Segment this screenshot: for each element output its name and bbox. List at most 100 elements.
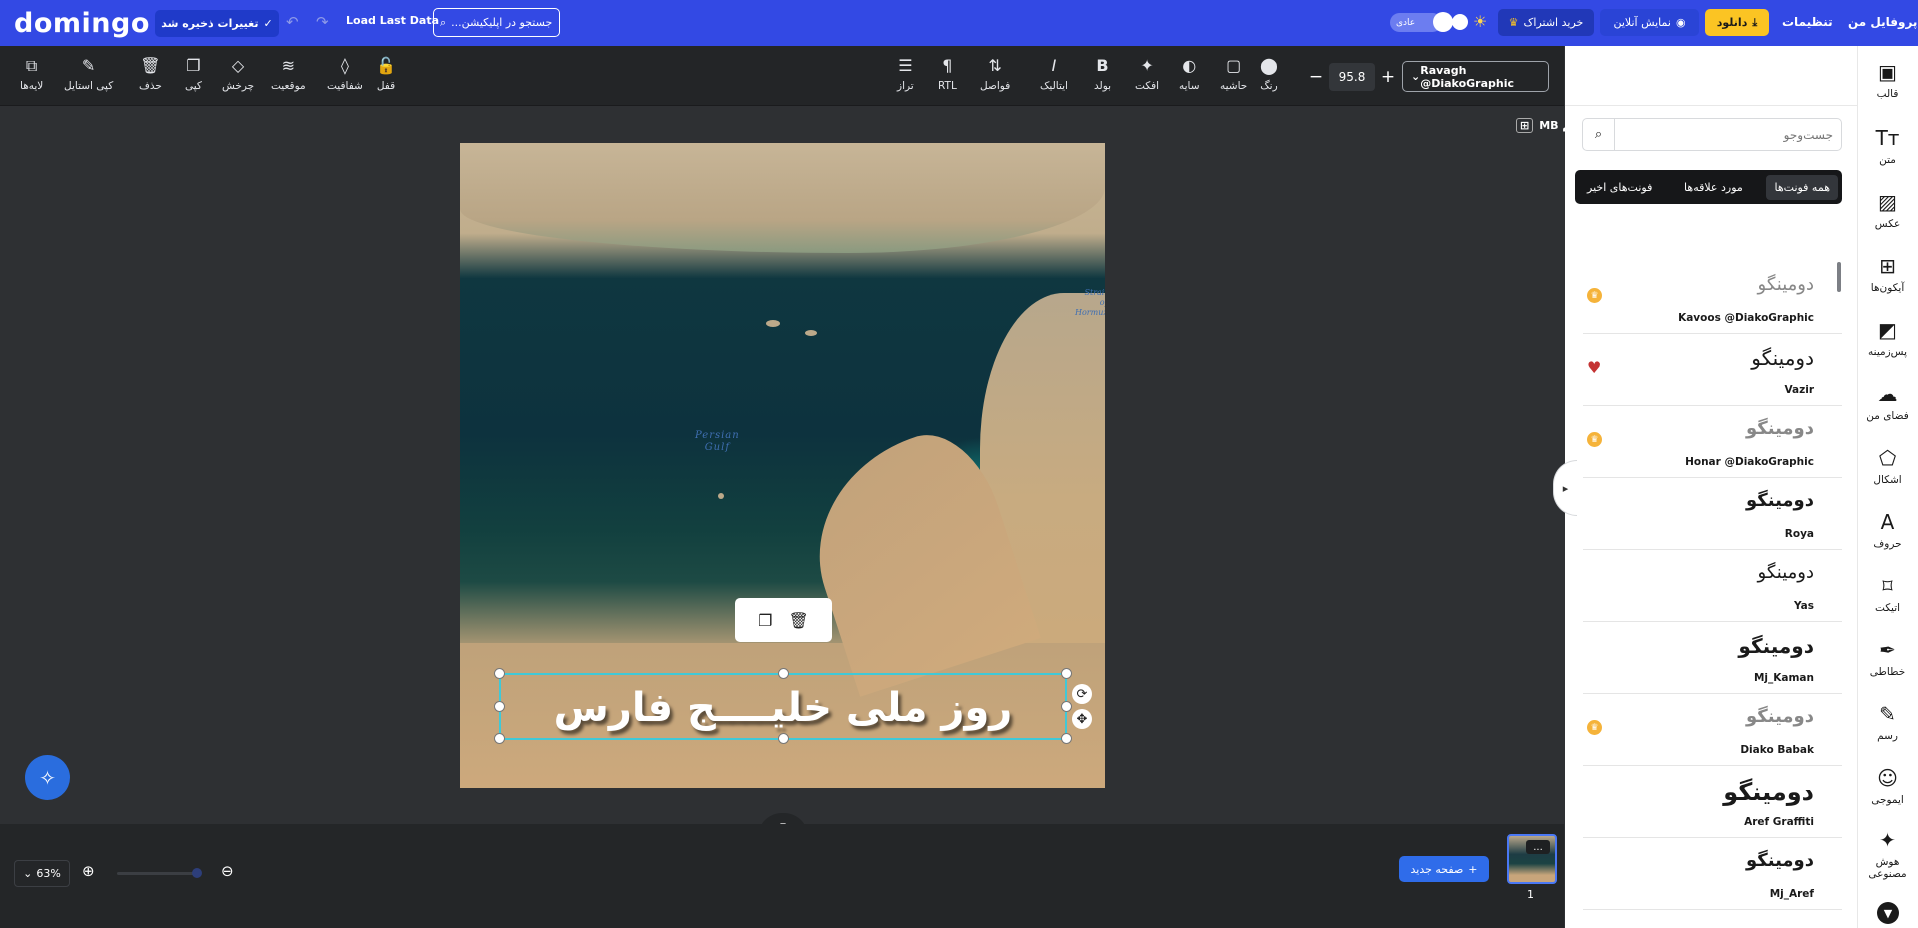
italic-icon: I (1051, 56, 1057, 75)
font-item[interactable]: دومینگو Mj_Aref (1583, 838, 1842, 910)
font-family-select[interactable]: ⌄ Ravagh @DiakoGraphic (1402, 61, 1549, 92)
resize-handle[interactable] (1061, 668, 1072, 679)
zoom-select[interactable]: ⌄ 63% (14, 860, 70, 887)
font-item[interactable]: دومینگو Roya (1583, 478, 1842, 550)
font-list-scrollbar[interactable] (1837, 262, 1841, 292)
tool-copy[interactable]: ❐ کپی (185, 57, 202, 93)
nav-sticker[interactable]: ⌑ اتیکت (1857, 575, 1918, 614)
tool-copy-style[interactable]: ✎ کپی استایل (64, 57, 113, 93)
tool-opacity[interactable]: ◊ شفافیت (327, 57, 363, 93)
zoom-in-icon[interactable]: ⊕ (82, 862, 95, 880)
stack-icon: ≋ (281, 56, 296, 75)
zoom-slider-handle[interactable] (192, 868, 202, 878)
tool-italic-label: ایتالیک (1040, 80, 1068, 92)
scroll-down-icon[interactable]: ▼ (1877, 902, 1899, 924)
font-sample: دومینگو (1738, 634, 1814, 658)
tool-delete[interactable]: 🗑 حذف (139, 57, 162, 93)
font-item[interactable]: دومینگو Vazir ♥ (1583, 334, 1842, 406)
tab-recent-fonts[interactable]: فونت‌های اخیر (1579, 175, 1660, 200)
search-icon: ⌕ (440, 15, 447, 29)
zoom-out-icon[interactable]: ⊖ (221, 862, 234, 880)
font-item[interactable]: دومینگو Honar @DiakoGraphic ♛ (1583, 406, 1842, 478)
tool-color[interactable]: ⬤ رنگ (1260, 57, 1278, 93)
tool-layers[interactable]: ⧉ لایه‌ها (20, 57, 43, 93)
nav-ai[interactable]: ✦ هوش مصنوعی (1857, 829, 1918, 880)
nav-draw-label: رسم (1877, 730, 1898, 742)
font-item[interactable]: دومینگو Diako Babak ♛ (1583, 694, 1842, 766)
spacing-icon: ⇅ (988, 56, 1002, 75)
selection-box[interactable] (499, 673, 1067, 740)
font-item[interactable]: دومینگو Aref Graffiti (1583, 766, 1842, 838)
nav-text[interactable]: Tт متن (1857, 127, 1918, 166)
mode-toggle-knob[interactable] (1433, 12, 1453, 32)
font-sample: دومینگو (1745, 850, 1814, 871)
profile-link[interactable]: پروفایل من (1848, 15, 1917, 29)
theme-toggle-knob[interactable] (1452, 14, 1468, 30)
sun-icon[interactable]: ☀ (1473, 12, 1487, 31)
resize-handle[interactable] (1061, 733, 1072, 744)
nav-letters[interactable]: A حروف (1857, 511, 1918, 550)
download-button[interactable]: دانلود ⤓ (1705, 9, 1769, 36)
search-icon[interactable]: ⌕ (1583, 119, 1615, 150)
undo-icon[interactable]: ↶ (286, 13, 302, 31)
grid-icon[interactable]: ⊞ (1516, 118, 1534, 133)
tool-italic[interactable]: I ایتالیک (1040, 56, 1068, 93)
resize-handle[interactable] (494, 701, 505, 712)
redo-icon[interactable]: ↷ (316, 13, 332, 31)
nav-photo-label: عکس (1874, 218, 1901, 230)
tool-lock[interactable]: 🔓 قفل (376, 57, 396, 93)
nav-calligraphy[interactable]: ✒ خطاطی (1857, 639, 1918, 678)
nav-icons[interactable]: ⊞ آیکون‌ها (1857, 255, 1918, 294)
tool-position[interactable]: ≋ موقعیت (271, 56, 306, 93)
zoom-slider[interactable] (117, 872, 197, 875)
nav-draw[interactable]: ✎ رسم (1857, 703, 1918, 742)
tool-align[interactable]: ☰ تراز (897, 57, 914, 93)
font-item[interactable]: دومینگو Kavoos @DiakoGraphic ♛ (1583, 262, 1842, 334)
trash-icon[interactable]: 🗑 (789, 611, 809, 630)
resize-handle[interactable] (778, 668, 789, 679)
tool-rotate[interactable]: ◇ چرخش (222, 57, 254, 93)
tab-favorites[interactable]: مورد علاقه‌ها (1676, 175, 1751, 200)
tool-spacing[interactable]: ⇅ فواصل (980, 56, 1010, 93)
mode-label: عادی (1396, 17, 1416, 28)
resize-handle[interactable] (494, 668, 505, 679)
tool-shadow[interactable]: ◐ سایه (1179, 57, 1200, 93)
tag-icon: ⌑ (1882, 574, 1893, 598)
new-page-button[interactable]: صفحه جدید + (1399, 856, 1489, 882)
buy-subscription-button[interactable]: ♛ خرید اشتراک (1498, 9, 1594, 36)
settings-link[interactable]: تنظیمات (1782, 15, 1833, 29)
font-search-input[interactable] (1615, 119, 1841, 150)
tool-bold[interactable]: B بولد (1094, 57, 1111, 93)
tab-all-fonts[interactable]: همه فونت‌ها (1766, 174, 1838, 200)
nav-shapes[interactable]: ⬠ اشکال (1857, 447, 1918, 486)
image-icon: ▨ (1878, 190, 1897, 214)
resize-handle[interactable] (778, 733, 789, 744)
rotate-handle-icon[interactable]: ⟳ (1072, 684, 1092, 704)
nav-my-space[interactable]: ☁ فضای من (1857, 383, 1918, 422)
app-search-input[interactable]: ⌕ جستجو در اپلیکیشن... (433, 8, 560, 37)
magic-wand-button[interactable]: ✧ (25, 755, 70, 800)
nav-emoji[interactable]: ☺ ایموجی (1857, 767, 1918, 806)
load-last-data-button[interactable]: Load Last Data (346, 14, 439, 27)
page-menu-button[interactable]: ... (1526, 840, 1550, 854)
font-size-input[interactable]: 95.8 (1329, 63, 1375, 91)
nav-background[interactable]: ◩ پس‌زمینه (1857, 319, 1918, 358)
move-handle-icon[interactable]: ✥ (1072, 709, 1092, 729)
list-icon: ☷ (1825, 227, 1837, 242)
tool-effect[interactable]: ✦ افکت (1135, 57, 1159, 93)
live-preview-button[interactable]: نمایش آنلاین ◉ (1600, 9, 1699, 36)
resize-handle[interactable] (1061, 701, 1072, 712)
saved-status-button[interactable]: تغییرات ذخیره شد ✓ (155, 10, 279, 37)
resize-handle[interactable] (494, 733, 505, 744)
favorite-heart-icon[interactable]: ♥ (1587, 358, 1601, 377)
logo[interactable]: domingo (14, 8, 150, 39)
tool-border[interactable]: ▢ حاشیه (1220, 57, 1247, 93)
duplicate-icon[interactable]: ❐ (758, 611, 772, 630)
font-item[interactable]: دومینگو Mj_Kaman (1583, 622, 1842, 694)
tool-rtl[interactable]: ¶ RTL (938, 57, 957, 93)
nav-template[interactable]: ▣ قالب (1857, 61, 1918, 100)
nav-photo[interactable]: ▨ عکس (1857, 191, 1918, 230)
font-item[interactable]: دومینگو Yas (1583, 550, 1842, 622)
font-size-decrease-button[interactable]: − (1305, 63, 1327, 91)
font-size-increase-button[interactable]: + (1377, 63, 1399, 91)
